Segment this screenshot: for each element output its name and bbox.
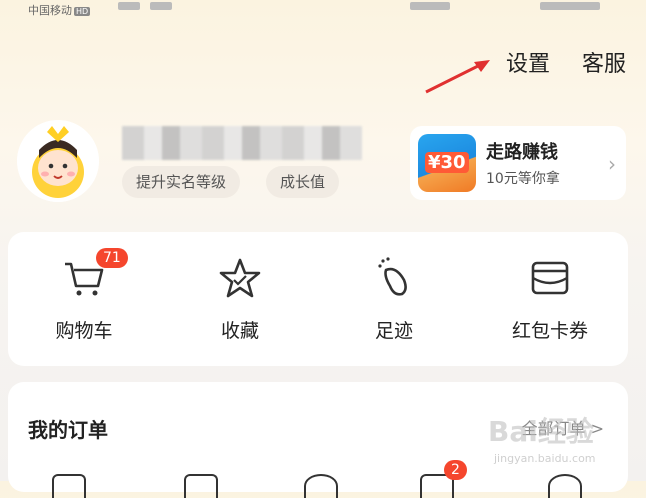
wallet-icon — [490, 250, 610, 306]
avatar-face-icon — [17, 120, 99, 202]
cart-icon: 71 — [24, 248, 144, 306]
order-count-badge: 2 — [444, 460, 467, 480]
footprint-icon — [334, 250, 454, 306]
growth-value-tag[interactable]: 成长值 — [266, 166, 340, 198]
order-refund-icon[interactable] — [548, 474, 582, 498]
hd-badge: HD — [74, 7, 91, 16]
walk-promo-image: ¥30 — [418, 134, 476, 192]
order-pending-ship-icon[interactable] — [184, 474, 218, 498]
order-pending-pay-icon[interactable] — [52, 474, 86, 498]
orders-title: 我的订单 — [28, 418, 108, 442]
signal-icon-2 — [150, 2, 172, 10]
cart-count-badge: 71 — [96, 248, 128, 268]
quick-item-coupons[interactable]: 红包卡券 — [490, 250, 610, 343]
settings-link[interactable]: 设置 — [506, 46, 550, 78]
quick-item-label: 足迹 — [374, 320, 413, 342]
username-blurred — [122, 126, 362, 160]
annotation-arrow-icon — [425, 60, 490, 94]
quick-item-label: 红包卡券 — [511, 320, 588, 342]
chevron-right-icon: › — [608, 152, 616, 176]
battery-icon — [540, 2, 600, 10]
quick-item-cart[interactable]: 71 购物车 — [24, 248, 144, 343]
quick-item-favorites[interactable]: 收藏 — [180, 250, 300, 343]
watermark-logo: Bai经验 — [488, 415, 594, 448]
watermark-url: jingyan.baidu.com — [494, 452, 596, 465]
quick-actions-card: 71 购物车 收藏 足迹 红包卡券 — [8, 232, 628, 366]
status-bar: 中国移动 HD — [0, 0, 646, 18]
walk-earn-card[interactable]: ¥30 走路赚钱 10元等你拿 › — [410, 126, 626, 200]
customer-service-link[interactable]: 客服 — [582, 46, 626, 78]
quick-item-label: 购物车 — [55, 320, 113, 342]
carrier-label: 中国移动 HD — [28, 4, 91, 17]
walk-promo-badge: ¥30 — [425, 152, 469, 173]
order-shipping-icon[interactable] — [304, 474, 338, 498]
walk-promo-title: 走路赚钱 — [486, 142, 558, 163]
status-icons — [410, 2, 450, 10]
avatar[interactable] — [17, 120, 99, 202]
walk-promo-subtitle: 10元等你拿 — [486, 171, 560, 187]
star-icon — [180, 250, 300, 306]
top-nav: 设置 客服 — [506, 46, 626, 78]
quick-item-label: 收藏 — [220, 320, 259, 342]
verify-level-tag[interactable]: 提升实名等级 — [122, 166, 241, 198]
quick-item-footprint[interactable]: 足迹 — [334, 250, 454, 343]
signal-icon — [118, 2, 140, 10]
